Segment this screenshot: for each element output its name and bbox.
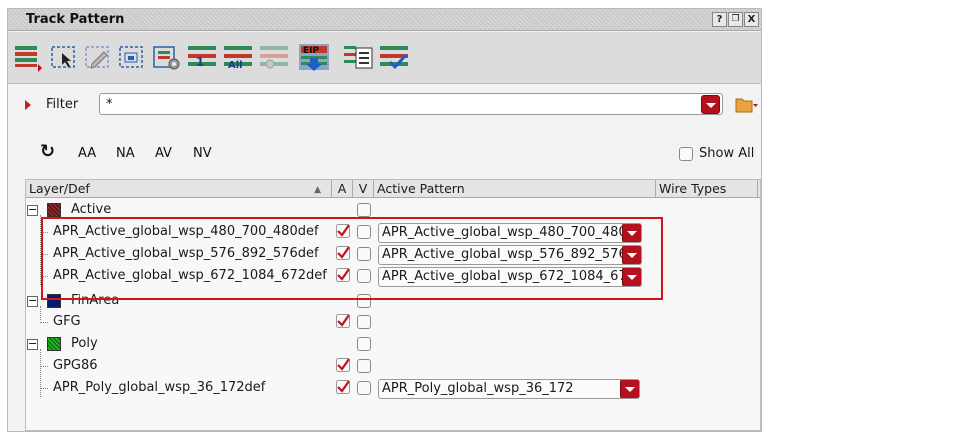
view-na-button[interactable]: NA <box>116 146 135 161</box>
layer-settings-icon[interactable] <box>150 42 182 72</box>
window-buttons: ? ❐ X <box>712 12 759 27</box>
active-pattern-select[interactable]: APR_Poly_global_wsp_36_172 <box>378 379 640 399</box>
row-label: Poly <box>71 336 98 351</box>
help-button[interactable]: ? <box>712 12 727 27</box>
expand-arrow-icon[interactable] <box>25 100 31 110</box>
active-layer-swatch <box>47 203 61 217</box>
zoom-fit-icon[interactable] <box>116 42 148 72</box>
row-label: Active <box>71 202 112 217</box>
collapse-icon[interactable]: − <box>27 295 38 307</box>
active-checkbox[interactable] <box>336 314 350 328</box>
folder-icon[interactable] <box>735 96 759 114</box>
view-row: ↻ AA NA AV NV Show All <box>8 142 761 166</box>
list-icon[interactable] <box>342 42 374 72</box>
view-nv-button[interactable]: NV <box>193 146 212 161</box>
row-label: GPG86 <box>53 358 98 373</box>
svg-text:1: 1 <box>196 55 204 69</box>
track-disabled-icon[interactable] <box>258 42 290 72</box>
filter-label: Filter <box>46 97 79 112</box>
show-all-label: Show All <box>699 146 755 161</box>
header-wire-types[interactable]: Wire Types <box>656 180 758 198</box>
visible-checkbox[interactable] <box>357 381 371 395</box>
tree-branch <box>40 366 48 367</box>
track-add-icon[interactable] <box>12 42 44 72</box>
header-active-pattern[interactable]: Active Pattern <box>374 180 656 198</box>
view-av-button[interactable]: AV <box>155 146 172 161</box>
table-row[interactable]: APR_Poly_global_wsp_36_172def APR_Poly_g… <box>26 378 760 399</box>
tree-branch <box>40 388 48 389</box>
header-a[interactable]: A <box>332 180 353 198</box>
collapse-icon[interactable]: − <box>27 204 38 216</box>
table-row[interactable]: GPG86 <box>26 356 760 377</box>
header-v[interactable]: V <box>353 180 374 198</box>
window-title: Track Pattern <box>26 12 125 27</box>
svg-text:EIP: EIP <box>303 46 319 56</box>
select-icon[interactable] <box>48 42 80 72</box>
show-all-toggle[interactable]: Show All <box>679 146 754 161</box>
row-label: GFG <box>53 314 81 329</box>
poly-layer-swatch <box>47 337 61 351</box>
header-layer-def[interactable]: Layer/Def ▲ <box>26 180 332 198</box>
visible-checkbox[interactable] <box>357 337 371 351</box>
selection-highlight <box>41 217 663 300</box>
edit-icon[interactable] <box>82 42 114 72</box>
chevron-down-icon[interactable] <box>620 380 639 398</box>
filter-row: Filter <box>8 91 761 119</box>
active-checkbox[interactable] <box>336 380 350 394</box>
close-button[interactable]: X <box>744 12 759 27</box>
track-check-icon[interactable] <box>378 42 410 72</box>
svg-text:All: All <box>228 60 243 71</box>
title-bar: Track Pattern ? ❐ X <box>8 9 761 31</box>
row-label: APR_Poly_global_wsp_36_172def <box>53 380 266 395</box>
filter-input[interactable] <box>99 93 723 115</box>
collapse-icon[interactable]: − <box>27 338 38 350</box>
visible-checkbox[interactable] <box>357 315 371 329</box>
view-aa-button[interactable]: AA <box>78 146 96 161</box>
table-header: Layer/Def ▲ A V Active Pattern Wire Types <box>26 180 760 198</box>
track-all-icon[interactable]: All <box>222 42 254 72</box>
track-one-icon[interactable]: 1 <box>186 42 218 72</box>
tree-branch <box>40 322 48 323</box>
refresh-icon[interactable]: ↻ <box>40 143 55 161</box>
visible-checkbox[interactable] <box>357 203 371 217</box>
table-row[interactable]: GFG <box>26 312 760 333</box>
float-button[interactable]: ❐ <box>728 12 743 27</box>
table-row[interactable]: − Poly <box>26 334 760 355</box>
active-checkbox[interactable] <box>336 358 350 372</box>
toolbar: 1 All EIP <box>8 32 761 84</box>
eip-icon[interactable]: EIP <box>298 42 330 72</box>
visible-checkbox[interactable] <box>357 359 371 373</box>
filter-dropdown-button[interactable] <box>701 95 720 114</box>
show-all-checkbox[interactable] <box>679 146 693 161</box>
